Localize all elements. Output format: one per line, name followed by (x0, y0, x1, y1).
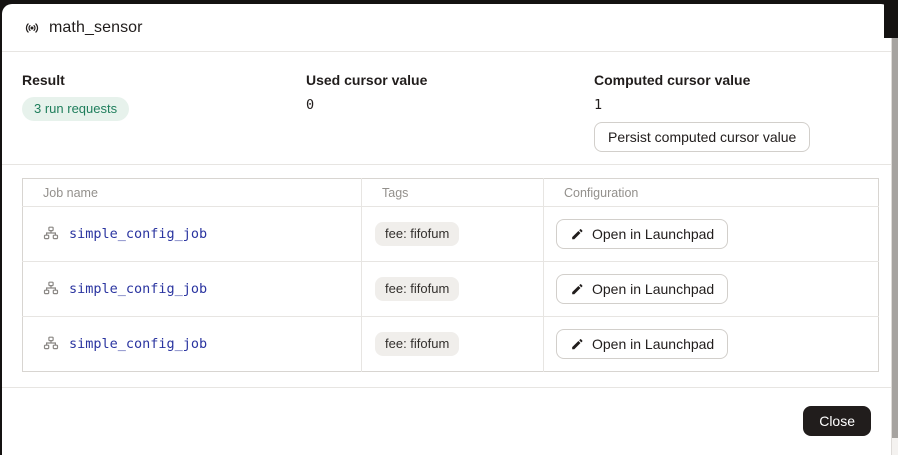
computed-cursor-value: 1 (594, 97, 871, 113)
tag-pill: fee: fifofum (375, 222, 459, 246)
pencil-icon (570, 282, 584, 296)
used-cursor-label: Used cursor value (306, 72, 594, 88)
open-in-launchpad-button[interactable]: Open in Launchpad (556, 274, 728, 304)
job-graph-icon (43, 226, 59, 242)
persist-cursor-button[interactable]: Persist computed cursor value (594, 122, 810, 152)
open-in-launchpad-label: Open in Launchpad (592, 226, 714, 242)
table-row: simple_config_job fee: fifofum Open in L… (23, 207, 879, 262)
used-cursor-column: Used cursor value 0 (306, 72, 594, 164)
open-in-launchpad-button[interactable]: Open in Launchpad (556, 219, 728, 249)
summary-section: Result 3 run requests Used cursor value … (2, 52, 891, 164)
backdrop-corner (884, 0, 898, 38)
job-link[interactable]: simple_config_job (69, 281, 207, 297)
result-column: Result 3 run requests (22, 72, 306, 164)
sensor-dialog: math_sensor Result 3 run requests Used c… (2, 4, 891, 455)
open-in-launchpad-label: Open in Launchpad (592, 336, 714, 352)
tag-pill: fee: fifofum (375, 332, 459, 356)
job-link[interactable]: simple_config_job (69, 336, 207, 352)
pencil-icon (570, 337, 584, 351)
result-label: Result (22, 72, 306, 88)
sensor-icon (24, 20, 40, 36)
open-in-launchpad-button[interactable]: Open in Launchpad (556, 329, 728, 359)
dialog-header: math_sensor (2, 4, 891, 52)
close-button[interactable]: Close (803, 406, 871, 436)
column-header-configuration: Configuration (544, 179, 879, 207)
open-in-launchpad-label: Open in Launchpad (592, 281, 714, 297)
scrollbar-track[interactable] (891, 38, 898, 455)
job-graph-icon (43, 281, 59, 297)
job-link[interactable]: simple_config_job (69, 226, 207, 242)
run-requests-badge: 3 run requests (22, 97, 129, 121)
dialog-title: math_sensor (49, 19, 143, 37)
tag-pill: fee: fifofum (375, 277, 459, 301)
dialog-footer: Close (2, 388, 891, 436)
job-graph-icon (43, 336, 59, 352)
scrollbar-thumb[interactable] (892, 38, 898, 438)
table-header-row: Job name Tags Configuration (23, 179, 879, 207)
column-header-job-name: Job name (23, 179, 362, 207)
computed-cursor-column: Computed cursor value 1 Persist computed… (594, 72, 871, 164)
pencil-icon (570, 227, 584, 241)
jobs-table: Job name Tags Configuration simp (22, 178, 879, 372)
table-section: Job name Tags Configuration simp (2, 165, 891, 372)
used-cursor-value: 0 (306, 97, 594, 113)
table-row: simple_config_job fee: fifofum Open in L… (23, 317, 879, 372)
table-body: simple_config_job fee: fifofum Open in L… (23, 207, 879, 372)
column-header-tags: Tags (362, 179, 544, 207)
computed-cursor-label: Computed cursor value (594, 72, 871, 88)
table-row: simple_config_job fee: fifofum Open in L… (23, 262, 879, 317)
